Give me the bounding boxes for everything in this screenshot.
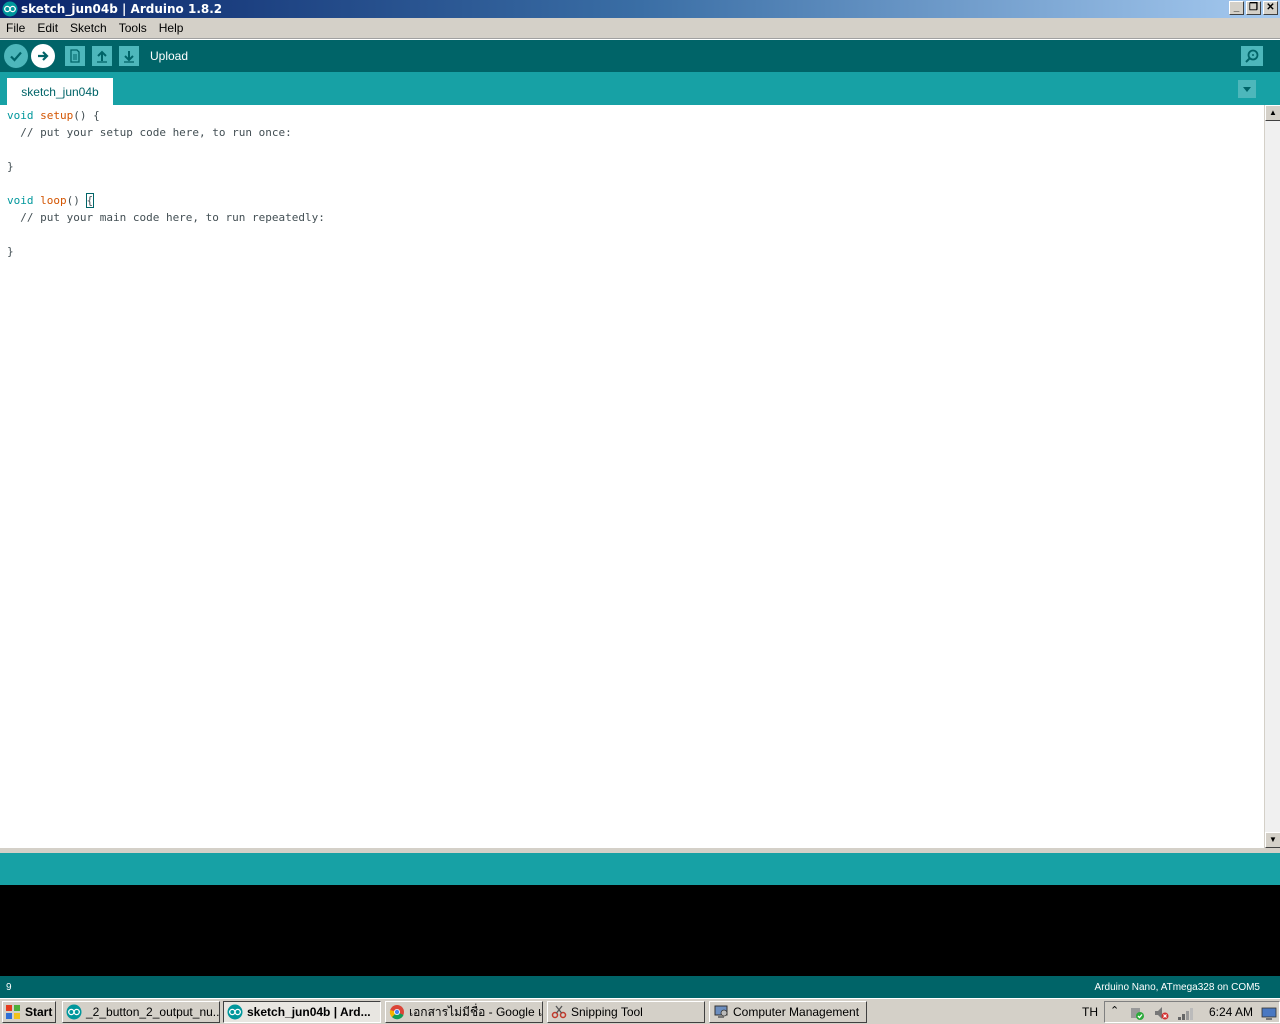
taskbar-item-chrome[interactable]: เอกสารไม่มีชื่อ - Google เ... xyxy=(385,1001,543,1023)
open-sketch-button[interactable] xyxy=(92,46,112,66)
chrome-icon xyxy=(389,1005,404,1020)
minimize-button[interactable]: _ xyxy=(1229,1,1244,15)
show-desktop-icon[interactable] xyxy=(1261,1005,1277,1021)
menu-help[interactable]: Help xyxy=(153,21,190,35)
action-center-icon[interactable] xyxy=(1129,1005,1145,1021)
upload-button[interactable] xyxy=(31,44,55,68)
toolbar-hover-label: Upload xyxy=(150,49,189,63)
scissors-icon xyxy=(551,1005,567,1019)
code-line: // put your setup code here, to run once… xyxy=(7,126,292,139)
title-bar: sketch_jun04b | Arduino 1.8.2 _ ❐ ✕ xyxy=(0,0,1280,18)
task-label: sketch_jun04b | Ard... xyxy=(247,1005,371,1019)
show-hidden-icons-chevron-icon[interactable]: ⌃ xyxy=(1110,1004,1119,1017)
code-line: // put your main code here, to run repea… xyxy=(7,211,325,224)
taskbar-item-computer-management[interactable]: Computer Management xyxy=(709,1001,867,1023)
toolbar: Upload xyxy=(0,40,1280,72)
tab-strip: sketch_jun04b xyxy=(0,72,1280,105)
language-indicator[interactable]: TH xyxy=(1082,1005,1098,1019)
new-sketch-button[interactable] xyxy=(65,46,85,66)
arrow-up-icon xyxy=(97,50,107,63)
system-tray: ⌃ 6:24 AM xyxy=(1104,1001,1280,1023)
menu-file[interactable]: File xyxy=(0,21,31,35)
clock[interactable]: 6:24 AM xyxy=(1209,1005,1253,1019)
taskbar: Start _2_button_2_output_nu... sketch_ju… xyxy=(0,998,1280,1024)
arduino-logo-icon xyxy=(66,1004,82,1020)
windows-logo-icon xyxy=(6,1005,20,1019)
checkmark-icon xyxy=(10,51,22,62)
code-line: void setup() { xyxy=(7,109,100,122)
output-console[interactable] xyxy=(0,885,1280,976)
line-number: 9 xyxy=(6,982,12,993)
code-line: } xyxy=(7,245,14,258)
start-label: Start xyxy=(25,1005,53,1019)
editor-scrollbar[interactable]: ▲ ▼ xyxy=(1264,105,1280,848)
board-info: Arduino Nano, ATmega328 on COM5 xyxy=(1094,982,1260,993)
status-bar: 9 Arduino Nano, ATmega328 on COM5 xyxy=(0,976,1280,998)
code-line: void loop() { xyxy=(7,193,95,208)
menu-sketch[interactable]: Sketch xyxy=(64,21,113,35)
task-label: Computer Management xyxy=(733,1005,860,1019)
arduino-logo-icon xyxy=(2,1,18,17)
text-cursor: { xyxy=(85,193,95,208)
new-file-icon xyxy=(70,49,80,63)
menu-edit[interactable]: Edit xyxy=(31,21,64,35)
computer-management-icon xyxy=(714,1005,728,1018)
task-label: Snipping Tool xyxy=(571,1005,643,1019)
serial-monitor-button[interactable] xyxy=(1241,46,1263,66)
arrow-down-icon xyxy=(124,51,134,63)
close-button[interactable]: ✕ xyxy=(1263,1,1278,15)
verify-button[interactable] xyxy=(4,44,28,68)
scroll-down-arrow-icon[interactable]: ▼ xyxy=(1265,832,1280,848)
save-sketch-button[interactable] xyxy=(119,46,139,66)
code-line: } xyxy=(7,160,14,173)
restore-button[interactable]: ❐ xyxy=(1246,1,1261,15)
arduino-logo-icon xyxy=(227,1004,243,1020)
code-editor[interactable]: void setup() { // put your setup code he… xyxy=(0,105,1264,848)
chevron-down-icon xyxy=(1243,87,1251,92)
network-signal-icon[interactable] xyxy=(1177,1005,1195,1021)
scroll-up-arrow-icon[interactable]: ▲ xyxy=(1265,105,1280,121)
tab-menu-button[interactable] xyxy=(1238,80,1256,98)
taskbar-item-arduino-current[interactable]: sketch_jun04b | Ard... xyxy=(223,1001,381,1023)
tab-sketch[interactable]: sketch_jun04b xyxy=(7,78,113,105)
window-title: sketch_jun04b | Arduino 1.8.2 xyxy=(21,2,223,16)
taskbar-item-arduino-other[interactable]: _2_button_2_output_nu... xyxy=(62,1001,220,1023)
taskbar-item-snipping-tool[interactable]: Snipping Tool xyxy=(547,1001,705,1023)
arrow-right-icon xyxy=(38,51,49,61)
start-button[interactable]: Start xyxy=(2,1001,56,1023)
magnifier-icon xyxy=(1245,49,1259,63)
task-label: _2_button_2_output_nu... xyxy=(86,1005,220,1019)
volume-muted-icon[interactable] xyxy=(1153,1005,1169,1021)
menu-bar: File Edit Sketch Tools Help xyxy=(0,18,1280,39)
menu-tools[interactable]: Tools xyxy=(113,21,153,35)
task-label: เอกสารไม่มีชื่อ - Google เ... xyxy=(409,1004,543,1019)
message-area xyxy=(0,853,1280,885)
